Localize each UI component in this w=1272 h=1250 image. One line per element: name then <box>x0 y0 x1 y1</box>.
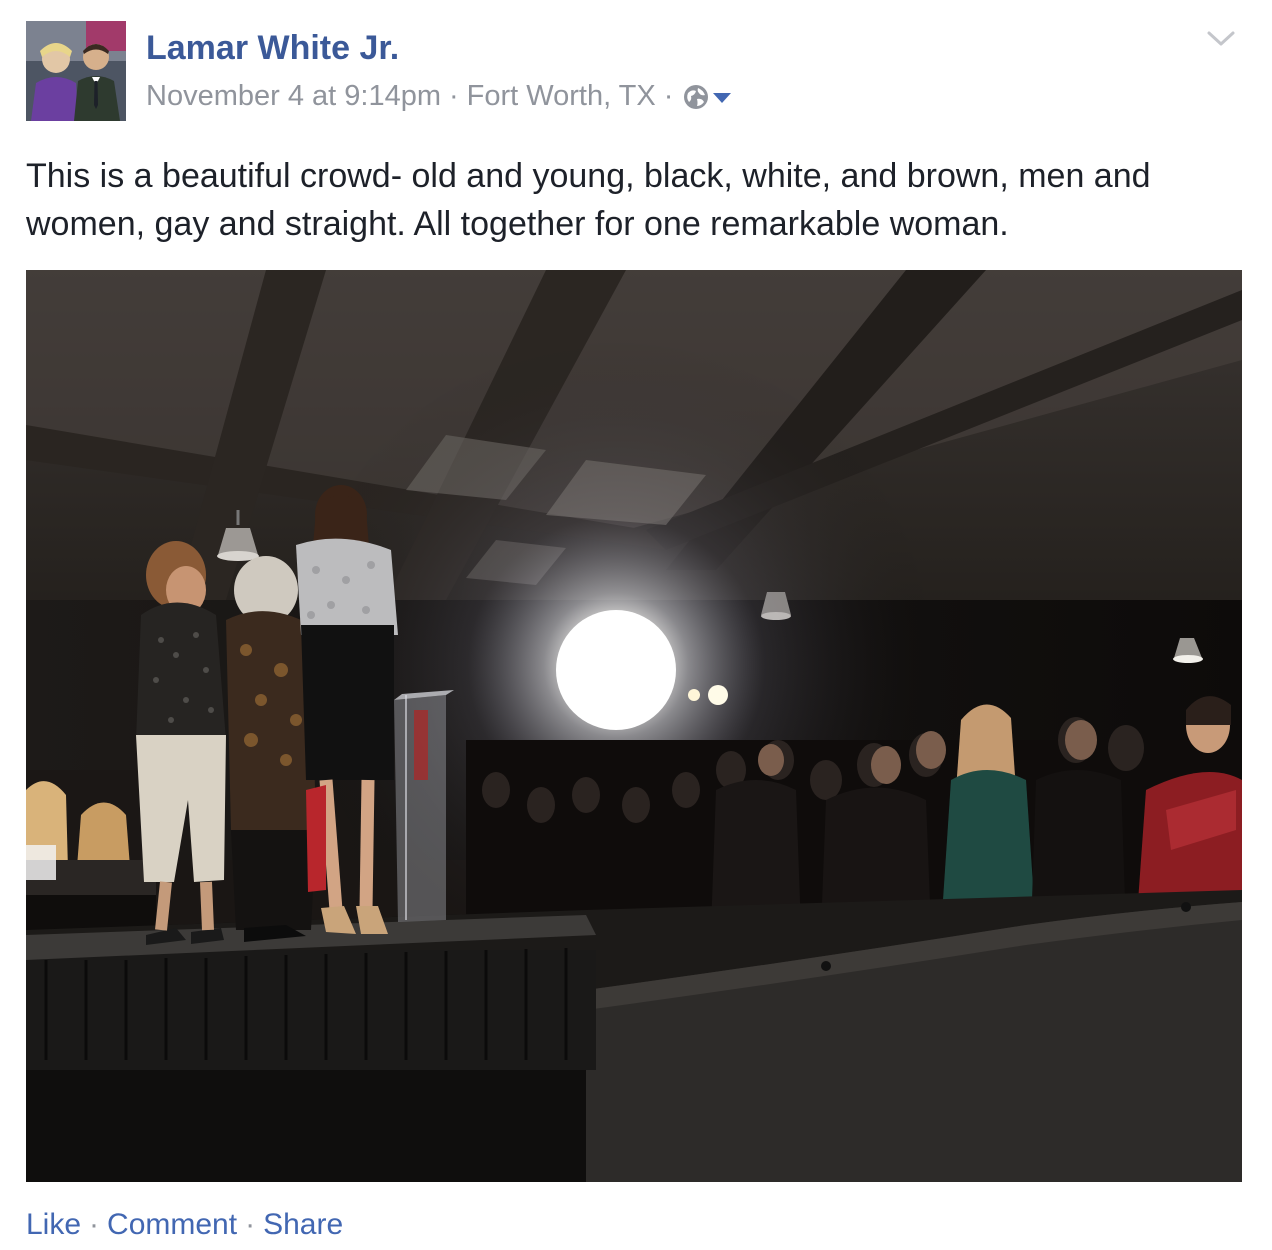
privacy-selector[interactable] <box>683 84 735 110</box>
action-separator: · <box>245 1208 256 1241</box>
meta-separator: · <box>663 80 674 112</box>
privacy-dropdown-icon <box>713 92 732 103</box>
event-photo <box>26 270 1242 1182</box>
like-button[interactable]: Like <box>26 1208 81 1241</box>
avatar-photo <box>26 21 126 121</box>
post-timestamp-link[interactable]: November 4 at 9:14pm <box>146 80 441 113</box>
comment-button[interactable]: Comment <box>107 1208 237 1241</box>
post-actions: Like · Comment · Share <box>26 1208 343 1242</box>
facebook-post: Lamar White Jr. November 4 at 9:14pm · F… <box>0 0 1272 1250</box>
meta-separator: · <box>448 80 459 112</box>
globe-icon <box>684 84 709 109</box>
post-photo[interactable] <box>26 270 1242 1182</box>
share-button[interactable]: Share <box>263 1208 343 1241</box>
post-text: This is a beautiful crowd- old and young… <box>26 157 1151 243</box>
post-meta: November 4 at 9:14pm · Fort Worth, TX · <box>146 80 735 113</box>
action-separator: · <box>89 1208 100 1241</box>
chevron-down-icon[interactable] <box>1206 28 1236 50</box>
post-location-link[interactable]: Fort Worth, TX <box>467 80 656 113</box>
author-avatar[interactable] <box>26 21 126 121</box>
author-name-link[interactable]: Lamar White Jr. <box>146 29 399 68</box>
